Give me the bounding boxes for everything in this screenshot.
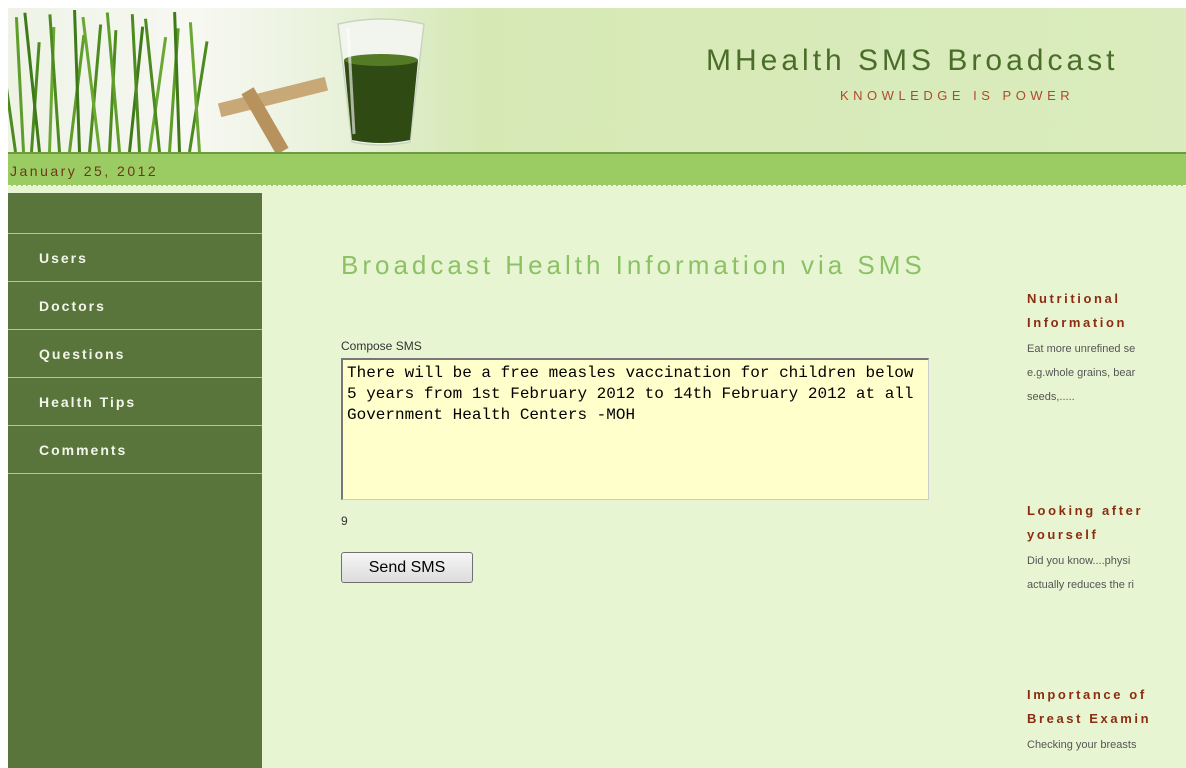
send-sms-button[interactable]: Send SMS	[341, 552, 473, 583]
sidebar-item-users[interactable]: Users	[8, 234, 262, 282]
date-bar: January 25, 2012	[8, 152, 1186, 186]
sidebar-item-health-tips[interactable]: Health Tips	[8, 378, 262, 426]
sidebar-nav: Users Doctors Questions Health Tips Comm…	[8, 233, 262, 474]
juice-glass-image	[337, 18, 425, 146]
health-tips-column: Nutritional Information Eat more unrefin…	[1027, 193, 1186, 768]
tip-title[interactable]: Importance of Breast Examin	[1027, 683, 1186, 731]
character-count: 9	[341, 514, 348, 528]
header: MHealth SMS Broadcast KNOWLEDGE IS POWER	[8, 8, 1186, 152]
sidebar: Users Doctors Questions Health Tips Comm…	[8, 193, 262, 768]
header-image	[8, 8, 478, 152]
sidebar-item-comments[interactable]: Comments	[8, 426, 262, 474]
tip-body: Did you know....physi actually reduces t…	[1027, 555, 1134, 591]
sidebar-item-questions[interactable]: Questions	[8, 330, 262, 378]
tip-breast-examination: Importance of Breast Examin Checking you…	[1027, 683, 1186, 757]
tip-body: Eat more unrefined se e.g.whole grains, …	[1027, 343, 1136, 403]
tip-looking-after-yourself: Looking after yourself Did you know....p…	[1027, 499, 1186, 597]
sidebar-item-doctors[interactable]: Doctors	[8, 282, 262, 330]
tip-body: Checking your breasts	[1027, 739, 1137, 751]
tip-nutritional-information: Nutritional Information Eat more unrefin…	[1027, 287, 1186, 409]
site-tagline: KNOWLEDGE IS POWER	[840, 88, 1075, 103]
current-date: January 25, 2012	[10, 163, 159, 179]
compose-sms-label: Compose SMS	[341, 339, 422, 353]
tip-title[interactable]: Looking after yourself	[1027, 499, 1186, 547]
page: MHealth SMS Broadcast KNOWLEDGE IS POWER…	[8, 8, 1186, 768]
tip-title[interactable]: Nutritional Information	[1027, 287, 1177, 335]
sms-textarea[interactable]: There will be a free measles vaccination…	[341, 358, 929, 500]
page-title: Broadcast Health Information via SMS	[341, 250, 926, 280]
site-title: MHealth SMS Broadcast	[706, 44, 1119, 77]
